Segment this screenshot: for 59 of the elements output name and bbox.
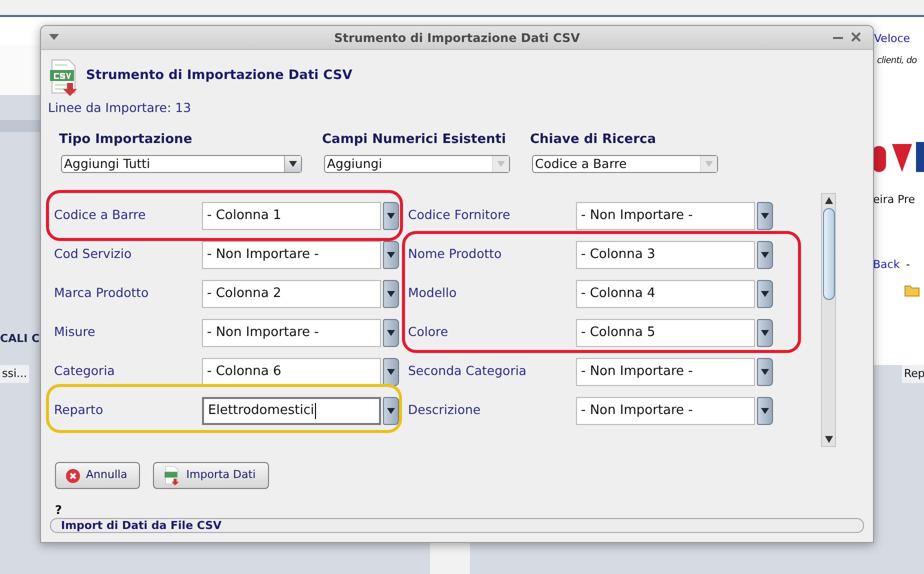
help-mark: ? [55,503,62,517]
dialog-heading: Strumento di Importazione Dati CSV [86,67,352,86]
field-label: Seconda Categoria [408,362,528,380]
text-cursor [315,402,316,418]
caret-icon [761,368,769,374]
background-text: - [906,257,910,273]
status-bar: Import di Dati da File CSV [50,518,864,533]
caret-icon [705,161,713,167]
field-label: Marca Prodotto [53,284,150,302]
caret-icon [497,161,505,167]
caret-icon [761,408,769,414]
scrollbar[interactable] [821,193,836,447]
caret-icon [387,290,395,296]
scroll-thumb[interactable] [823,208,835,300]
link[interactable]: Back [873,257,900,274]
lines-count: Linee da Importare: 13 [47,100,192,116]
scroll-up-icon[interactable] [825,197,833,204]
background-text: clienti, do [877,55,917,68]
caret-icon [387,252,395,258]
dropdown[interactable]: Aggiungi Tutti [61,155,302,173]
field-label: Descrizione [408,401,482,420]
field-label: Colore [408,323,450,342]
window-title: Strumento di Importazione Dati CSV [334,30,580,47]
caret-icon [761,212,769,218]
caret-icon [387,212,395,218]
section-heading: Tipo Importazione [59,132,192,148]
section-heading: Chiave di Ricerca [530,132,656,148]
caret-icon [387,330,395,336]
link[interactable]: Veloce [874,31,910,48]
dropdown: Aggiungi [324,155,510,173]
import-button[interactable]: Importa Dati [153,462,269,489]
caret-icon [289,161,297,167]
caret-icon [761,290,769,296]
dropdown: Codice a Barre [532,155,718,173]
app-background-panel [0,120,40,132]
csv-file-icon [164,466,180,486]
field-label: Misure [53,323,96,342]
background-text: CALI C [0,331,40,347]
cancel-button[interactable]: Annulla [55,462,140,489]
background-text: Rep [902,365,924,383]
background-text: eira Pre [873,192,916,208]
field-label: Categoria [53,362,116,380]
csv-file-icon [50,59,78,97]
scroll-down-icon[interactable] [825,436,833,443]
field-label: Reparto [53,401,104,420]
caret-icon [387,408,395,414]
caret-icon [761,252,769,258]
window-menu-icon[interactable] [49,33,59,41]
section-heading: Campi Numerici Esistenti [322,132,506,148]
field-label: Nome Prodotto [408,245,503,264]
field-label: Codice a Barre [53,206,147,224]
background-text: ssi... [0,365,30,383]
caret-icon [387,368,395,374]
field-label: Modello [408,284,458,302]
field-label: Codice Fornitore [408,206,512,224]
caret-icon [761,330,769,336]
close-icon[interactable] [851,32,861,42]
field-label: Cod Servizio [53,245,133,264]
cancel-icon [66,468,80,482]
